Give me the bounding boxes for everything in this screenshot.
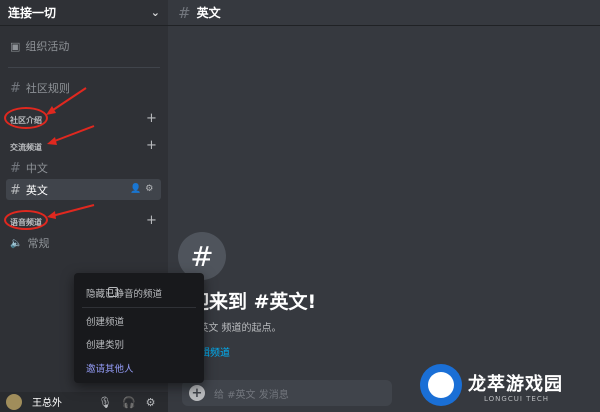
watermark-logo-inner <box>428 372 454 398</box>
attach-plus-icon[interactable]: + <box>189 385 205 401</box>
annotation-arrow <box>51 125 95 143</box>
annotation-arrow <box>49 87 87 113</box>
menu-item-create-channel[interactable]: 创建频道 <box>86 314 124 328</box>
arrow-head <box>47 211 56 219</box>
watermark-title: 龙萃游戏园 <box>468 374 563 395</box>
gear-icon[interactable]: ⚙ <box>146 396 156 409</box>
headphones-icon[interactable]: 🎧 <box>122 396 136 409</box>
checkbox-icon[interactable] <box>108 287 118 297</box>
menu-item-create-category[interactable]: 创建类别 <box>86 337 124 351</box>
arrow-head <box>46 106 56 115</box>
hash-icon: # <box>178 3 191 22</box>
menu-item-hide-muted[interactable]: 隐藏已静音的频道 <box>86 286 162 300</box>
username: 王总外 <box>32 398 62 409</box>
menu-separator <box>82 307 196 308</box>
watermark-subtitle: LONGCUI TECH <box>484 395 549 403</box>
menu-item-invite[interactable]: 邀请其他人 <box>86 361 134 375</box>
message-placeholder: 给 #英文 发消息 <box>214 390 289 401</box>
arrow-head <box>47 137 57 145</box>
avatar[interactable] <box>6 394 22 410</box>
welcome-heading: 迎来到 #英文! <box>190 291 317 313</box>
annotation-arrow <box>51 204 95 217</box>
channel-header: # 英文 <box>168 0 600 26</box>
user-controls: 🎙 🎧 ⚙ <box>98 396 156 409</box>
channel-title: 英文 <box>196 6 221 20</box>
mic-muted-icon[interactable]: 🎙 <box>98 396 112 409</box>
